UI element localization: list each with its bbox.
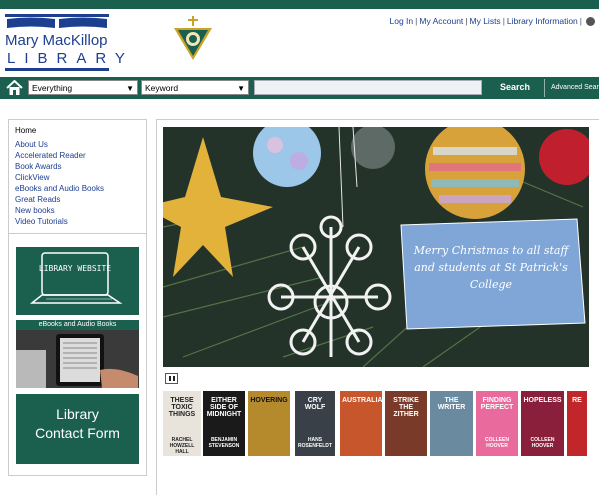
book-cover[interactable]: FINDING PERFECT COLLEEN HOOVER	[476, 391, 518, 456]
book-title: FINDING PERFECT	[480, 397, 514, 411]
pause-button[interactable]	[165, 373, 178, 384]
ebooks-tile-label: eBooks and Audio Books	[16, 320, 139, 330]
divider	[544, 79, 545, 97]
search-field-select[interactable]: Keyword ▼	[141, 80, 249, 95]
book-author: COLLEEN HOOVER	[485, 437, 509, 449]
book-author: HANS ROSENFELDT	[298, 437, 332, 449]
book-title: HOVERING	[250, 397, 288, 404]
book-author: BENJAMIN STEVENSON	[208, 437, 240, 449]
book-title: STRIKE THE ZITHER	[393, 397, 419, 418]
chevron-down-icon: ▼	[237, 84, 245, 93]
book-title: RE	[572, 397, 582, 404]
library-logo[interactable]: Mary MacKillop LIBRARY	[5, 14, 125, 71]
tablet-icon	[16, 330, 139, 388]
login-link[interactable]: Log In	[390, 16, 414, 26]
my-account-link[interactable]: My Account	[419, 16, 463, 26]
pause-icon	[169, 376, 171, 381]
pause-icon	[173, 376, 175, 381]
sidebar-item-new-books[interactable]: New books	[15, 206, 55, 215]
banner-caption: Merry Christmas to all staff and student…	[413, 244, 569, 291]
top-bar	[0, 0, 599, 9]
language-globe-icon[interactable]	[586, 17, 595, 27]
search-input[interactable]	[254, 80, 482, 95]
library-information-link[interactable]: Library Information	[507, 16, 578, 26]
college-crest-icon	[174, 16, 212, 60]
book-title: THESE TOXIC THINGS	[168, 397, 196, 418]
search-button[interactable]: Search	[500, 80, 530, 95]
sidebar-item-great-reads[interactable]: Great Reads	[15, 195, 60, 204]
logo-underline	[5, 68, 109, 71]
contact-form-tile[interactable]: Library Contact Form	[16, 394, 139, 464]
book-cover[interactable]: THESE TOXIC THINGS RACHEL HOWZELL HALL	[163, 391, 201, 456]
sidebar-item-video-tutorials[interactable]: Video Tutorials	[15, 217, 68, 226]
my-lists-link[interactable]: My Lists	[470, 16, 501, 26]
logo-subtitle: LIBRARY	[7, 50, 134, 67]
ebooks-tile[interactable]: eBooks and Audio Books	[16, 320, 139, 388]
search-scope-select[interactable]: Everything ▼	[28, 80, 138, 95]
logo-title: Mary MacKillop	[5, 32, 108, 49]
contact-tile-line1: Library	[56, 406, 99, 422]
book-cover[interactable]: HOPELESS COLLEEN HOOVER	[521, 391, 564, 456]
separator: |	[579, 16, 582, 26]
sidebar-item-about-us[interactable]: About Us	[15, 140, 48, 149]
book-cover[interactable]: HOVERING	[248, 391, 290, 456]
book-title: AUSTRALIANA	[342, 397, 382, 404]
account-links: Log In | My Account | My Lists | Library Infor…	[390, 16, 595, 27]
sidebar-heading[interactable]: Home	[15, 126, 36, 135]
book-title: CRY WOLF	[304, 397, 326, 411]
laptop-icon: LIBRARY WEBSITE	[29, 252, 123, 304]
sidebar-item-accelerated-reader[interactable]: Accelerated Reader	[15, 151, 86, 160]
book-title: THE WRITER	[437, 397, 466, 411]
book-cover[interactable]: RE	[567, 391, 587, 456]
sidebar-item-book-awards[interactable]: Book Awards	[15, 162, 62, 171]
sidebar-links: Home About Us Accelerated Reader Book Aw…	[8, 119, 147, 234]
sidebar-item-ebooks[interactable]: eBooks and Audio Books	[15, 184, 104, 193]
book-cover[interactable]: CRY WOLF HANS ROSENFELDT	[295, 391, 335, 456]
book-cover[interactable]: AUSTRALIANA	[340, 391, 382, 456]
chevron-down-icon: ▼	[126, 84, 134, 93]
library-website-label: LIBRARY WEBSITE	[39, 264, 111, 273]
book-title: HOPELESS	[523, 397, 562, 404]
advanced-search-link[interactable]: Advanced Search	[551, 81, 599, 95]
book-title: EITHER SIDE OF MIDNIGHT	[206, 397, 242, 418]
contact-tile-line2: Contact Form	[35, 425, 120, 441]
search-bar: Everything ▼ Keyword ▼ Search Advanced S…	[0, 77, 599, 99]
book-author: COLLEEN HOOVER	[530, 437, 555, 449]
book-author: RACHEL HOWZELL HALL	[169, 437, 195, 455]
sidebar-item-clickview[interactable]: ClickView	[15, 173, 50, 182]
logo-bars-icon	[5, 14, 109, 28]
library-website-tile[interactable]: LIBRARY WEBSITE	[16, 247, 139, 315]
book-cover[interactable]: EITHER SIDE OF MIDNIGHT BENJAMIN STEVENSO…	[203, 391, 245, 456]
book-cover[interactable]: STRIKE THE ZITHER	[385, 391, 427, 456]
search-scope-value: Everything	[32, 83, 73, 93]
search-field-value: Keyword	[145, 83, 179, 93]
book-cover[interactable]: THE WRITER	[430, 391, 473, 456]
home-icon[interactable]	[6, 80, 23, 96]
